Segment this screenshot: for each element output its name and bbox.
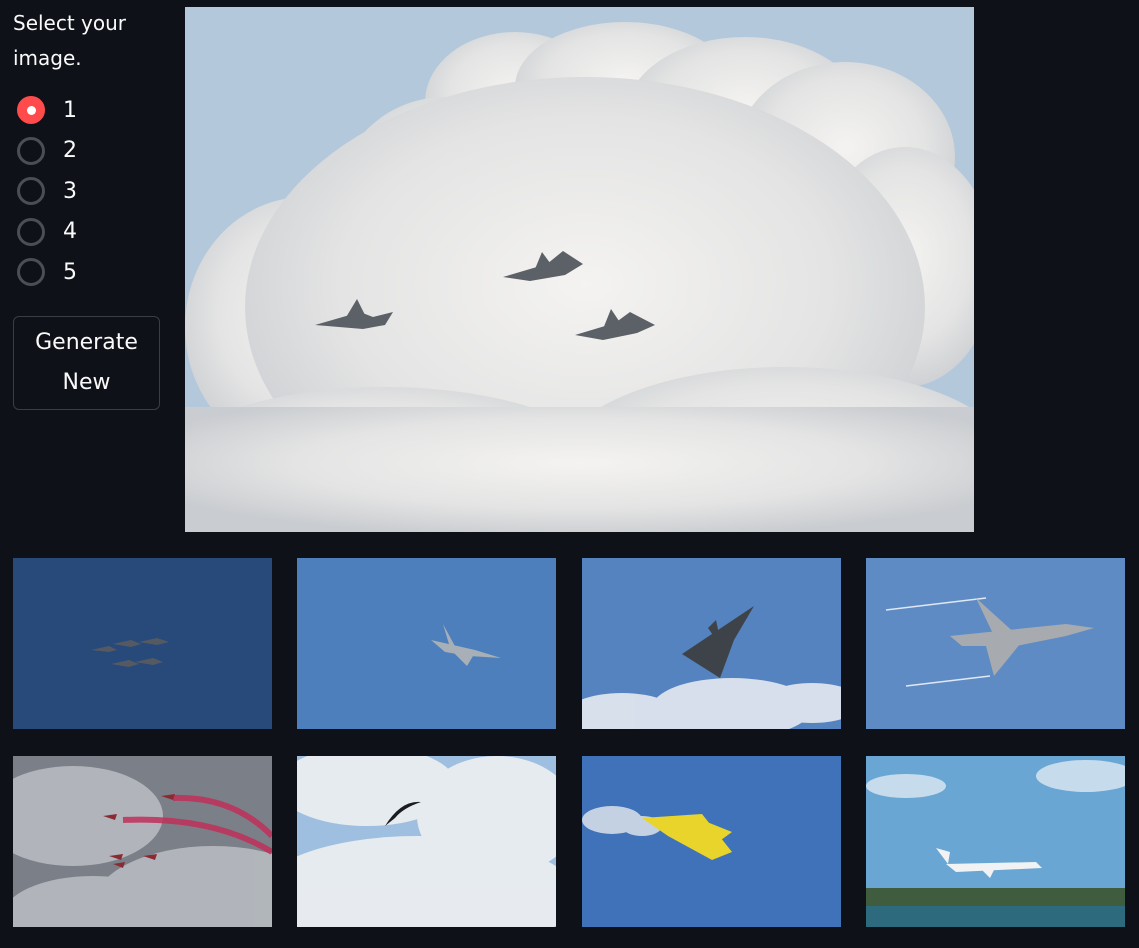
gallery-thumbnail-2[interactable] bbox=[297, 558, 556, 729]
generate-new-button[interactable]: Generate New bbox=[13, 316, 160, 410]
fighter-jet-image bbox=[297, 558, 556, 729]
radio-unselected-icon[interactable] bbox=[17, 136, 45, 165]
swift-bird-image bbox=[297, 756, 556, 927]
radio-option-2[interactable]: 2 bbox=[13, 131, 163, 172]
radio-option-4[interactable]: 4 bbox=[13, 212, 163, 253]
grey-fighter-image bbox=[866, 558, 1125, 729]
gallery-thumbnail-8[interactable] bbox=[866, 756, 1125, 927]
gallery-thumbnail-5[interactable] bbox=[13, 756, 272, 927]
jet-formation-image bbox=[13, 558, 272, 729]
cloud-jets-illustration bbox=[185, 7, 974, 532]
radio-label-4: 4 bbox=[63, 219, 77, 245]
radio-label-3: 3 bbox=[63, 178, 77, 204]
radio-option-3[interactable]: 3 bbox=[13, 171, 163, 212]
gallery-thumbnail-1[interactable] bbox=[13, 558, 272, 729]
radio-option-5[interactable]: 5 bbox=[13, 252, 163, 293]
sidebar: Select your image. 1 2 3 4 5 bbox=[13, 6, 163, 293]
main-image bbox=[185, 7, 974, 532]
radio-unselected-icon[interactable] bbox=[17, 177, 45, 206]
gallery-thumbnail-6[interactable] bbox=[297, 756, 556, 927]
gallery-thumbnail-7[interactable] bbox=[582, 756, 841, 927]
red-arrows-image bbox=[13, 756, 272, 927]
radio-unselected-icon[interactable] bbox=[17, 258, 45, 287]
radio-label-1: 1 bbox=[63, 97, 77, 123]
delta-jet-image bbox=[582, 558, 841, 729]
radio-label-5: 5 bbox=[63, 259, 77, 285]
yellow-plane-image bbox=[582, 756, 841, 927]
radio-option-1[interactable]: 1 bbox=[13, 90, 163, 131]
gallery-thumbnail-3[interactable] bbox=[582, 558, 841, 729]
radio-selected-icon[interactable] bbox=[17, 96, 45, 125]
airliner-image bbox=[866, 756, 1125, 927]
generate-button-label-line1: Generate bbox=[35, 330, 138, 355]
image-radio-group: 1 2 3 4 5 bbox=[13, 90, 163, 293]
gallery-thumbnail-4[interactable] bbox=[866, 558, 1125, 729]
radio-prompt: Select your image. bbox=[13, 11, 127, 70]
radio-label-2: 2 bbox=[63, 138, 77, 164]
radio-unselected-icon[interactable] bbox=[17, 217, 45, 246]
generate-button-label-line2: New bbox=[62, 370, 111, 395]
